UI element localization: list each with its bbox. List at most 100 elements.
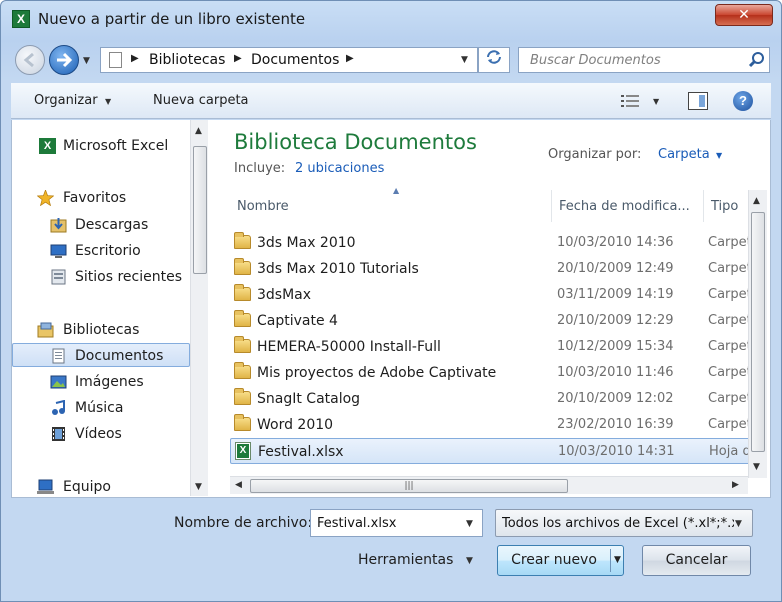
file-list-horizontal-scrollbar[interactable]: ◀ ||| ▶ xyxy=(230,476,748,494)
scroll-up-arrow[interactable]: ▲ xyxy=(195,126,202,136)
libraries-icon xyxy=(37,322,54,338)
search-input[interactable]: Buscar Documentos xyxy=(530,53,661,68)
title-bar: X Nuevo a partir de un libro existente ✕ xyxy=(1,1,781,37)
chevron-right-icon[interactable]: ▶ xyxy=(346,53,354,64)
file-name: 3ds Max 2010 xyxy=(257,235,356,251)
scrollbar-thumb[interactable] xyxy=(751,212,765,452)
tools-menu[interactable]: Herramientas xyxy=(358,552,453,568)
locations-link[interactable]: 2 ubicaciones xyxy=(295,161,384,176)
arrow-right-icon xyxy=(57,52,73,68)
scrollbar-thumb[interactable] xyxy=(193,146,207,274)
scroll-down-arrow[interactable]: ▼ xyxy=(195,482,202,492)
includes-label: Incluye: xyxy=(234,161,286,176)
refresh-button[interactable] xyxy=(478,47,510,73)
file-name: Mis proyectos de Adobe Captivate xyxy=(257,365,497,381)
forward-button[interactable] xyxy=(49,45,79,75)
chevron-down-icon[interactable]: ▼ xyxy=(466,556,473,566)
scroll-up-arrow[interactable]: ▲ xyxy=(753,196,760,206)
recent-pages-dropdown[interactable]: ▼ xyxy=(83,56,90,66)
nav-label: Microsoft Excel xyxy=(63,138,169,154)
filename-input[interactable]: Festival.xlsx xyxy=(317,516,396,531)
address-bar[interactable]: ▶ Bibliotecas ▶ Documentos ▶ ▼ xyxy=(100,47,478,73)
scroll-down-arrow[interactable]: ▼ xyxy=(753,462,760,472)
close-button[interactable]: ✕ xyxy=(715,4,773,26)
file-type: Carpeta de archivos xyxy=(708,391,752,406)
nav-label: Vídeos xyxy=(75,426,122,442)
recent-places-icon xyxy=(51,269,66,285)
nav-item-sitios-recientes[interactable]: Sitios recientes xyxy=(12,265,190,289)
navigation-bar: ▼ ▶ Bibliotecas ▶ Documentos ▶ ▼ Buscar … xyxy=(1,39,781,81)
preview-pane-icon[interactable] xyxy=(688,92,708,110)
nav-item-documentos[interactable]: Documentos xyxy=(12,343,190,367)
file-row[interactable]: Word 2010 23/02/2010 16:39 Carpeta de ar… xyxy=(230,412,752,438)
file-row[interactable]: 3dsMax 03/11/2009 14:19 Carpeta de archi… xyxy=(230,282,752,308)
file-row[interactable]: SnagIt Catalog 20/10/2009 12:02 Carpeta … xyxy=(230,386,752,412)
scrollbar-thumb[interactable]: ||| xyxy=(250,479,568,493)
breadcrumb-bibliotecas[interactable]: Bibliotecas xyxy=(149,52,225,68)
filename-combobox[interactable]: Festival.xlsx ▼ xyxy=(310,509,483,537)
chevron-down-icon[interactable]: ▼ xyxy=(466,519,473,529)
file-date: 20/10/2009 12:02 xyxy=(557,391,674,406)
filetype-select[interactable]: Todos los archivos de Excel (*.xl*;*.xls… xyxy=(495,509,753,537)
folder-icon xyxy=(234,310,251,327)
chevron-down-icon[interactable]: ▼ xyxy=(716,151,722,160)
nav-pane-scrollbar[interactable]: ▲ ▼ xyxy=(190,120,208,496)
file-row[interactable]: Mis proyectos de Adobe Captivate 10/03/2… xyxy=(230,360,752,386)
file-date: 20/10/2009 12:29 xyxy=(557,313,674,328)
search-box[interactable]: Buscar Documentos xyxy=(518,47,770,73)
file-list-pane: Biblioteca Documentos Incluye: 2 ubicaci… xyxy=(208,120,770,496)
downloads-icon xyxy=(50,218,67,233)
computer-icon xyxy=(37,479,54,494)
nav-item-videos[interactable]: Vídeos xyxy=(12,422,190,446)
column-header-date[interactable]: Fecha de modifica... xyxy=(552,190,704,222)
column-header-type[interactable]: Tipo xyxy=(704,190,748,222)
arrange-by-label: Organizar por: xyxy=(548,147,642,162)
scroll-left-arrow[interactable]: ◀ xyxy=(235,480,242,490)
column-header-name[interactable]: Nombre xyxy=(230,190,552,222)
nav-item-favoritos[interactable]: Favoritos xyxy=(12,186,190,210)
nav-item-equipo[interactable]: Equipo xyxy=(12,475,190,496)
scroll-right-arrow[interactable]: ▶ xyxy=(732,480,739,490)
chevron-down-icon[interactable]: ▼ xyxy=(735,519,742,529)
new-folder-button[interactable]: Nueva carpeta xyxy=(153,93,249,108)
star-icon xyxy=(37,190,54,206)
arrow-left-icon xyxy=(23,52,34,68)
chevron-right-icon[interactable]: ▶ xyxy=(131,53,139,64)
file-row[interactable]: 3ds Max 2010 Tutorials 20/10/2009 12:49 … xyxy=(230,256,752,282)
folder-icon xyxy=(234,362,251,379)
help-icon[interactable]: ? xyxy=(733,91,753,111)
documents-icon xyxy=(52,348,65,364)
column-header-label: Fecha de modifica... xyxy=(559,199,690,214)
address-dropdown[interactable]: ▼ xyxy=(461,55,468,65)
back-button[interactable] xyxy=(15,45,45,75)
file-type: Carpeta de archivos xyxy=(708,287,752,302)
arrange-by-dropdown[interactable]: Carpeta xyxy=(658,147,710,162)
file-row[interactable]: HEMERA-50000 Install-Full 10/12/2009 15:… xyxy=(230,334,752,360)
nav-item-imagenes[interactable]: Imágenes xyxy=(12,370,190,394)
nav-item-microsoft-excel[interactable]: X Microsoft Excel xyxy=(12,134,190,158)
command-toolbar: Organizar ▼ Nueva carpeta ▼ ? xyxy=(11,83,771,119)
file-row[interactable]: Captivate 4 20/10/2009 12:29 Carpeta de … xyxy=(230,308,752,334)
file-date: 23/02/2010 16:39 xyxy=(557,417,674,432)
create-new-button[interactable]: Crear nuevo ▼ xyxy=(497,545,624,576)
file-name: SnagIt Catalog xyxy=(257,391,361,407)
chevron-right-icon[interactable]: ▶ xyxy=(234,53,242,64)
view-dropdown-icon[interactable]: ▼ xyxy=(653,97,659,106)
nav-item-escritorio[interactable]: Escritorio xyxy=(12,239,190,263)
nav-item-musica[interactable]: Música xyxy=(12,396,190,420)
chevron-down-icon[interactable]: ▼ xyxy=(105,97,111,106)
nav-item-bibliotecas[interactable]: Bibliotecas xyxy=(12,318,190,342)
file-list-vertical-scrollbar[interactable]: ▲ ▼ xyxy=(748,190,767,478)
videos-icon xyxy=(52,427,65,441)
file-row[interactable]: 3ds Max 2010 10/03/2010 14:36 Carpeta de… xyxy=(230,230,752,256)
organize-menu[interactable]: Organizar xyxy=(34,93,98,108)
view-options-icon[interactable] xyxy=(621,93,641,109)
excel-icon: X xyxy=(39,138,56,154)
nav-item-descargas[interactable]: Descargas xyxy=(12,213,190,237)
file-row-selected[interactable]: Festival.xlsx 10/03/2010 14:31 Hoja de c… xyxy=(230,438,753,464)
breadcrumb-documentos[interactable]: Documentos xyxy=(251,52,339,68)
cancel-button[interactable]: Cancelar xyxy=(642,545,751,576)
chevron-down-icon[interactable]: ▼ xyxy=(614,546,621,575)
filename-label: Nombre de archivo: xyxy=(174,515,313,531)
search-icon[interactable] xyxy=(748,51,766,69)
